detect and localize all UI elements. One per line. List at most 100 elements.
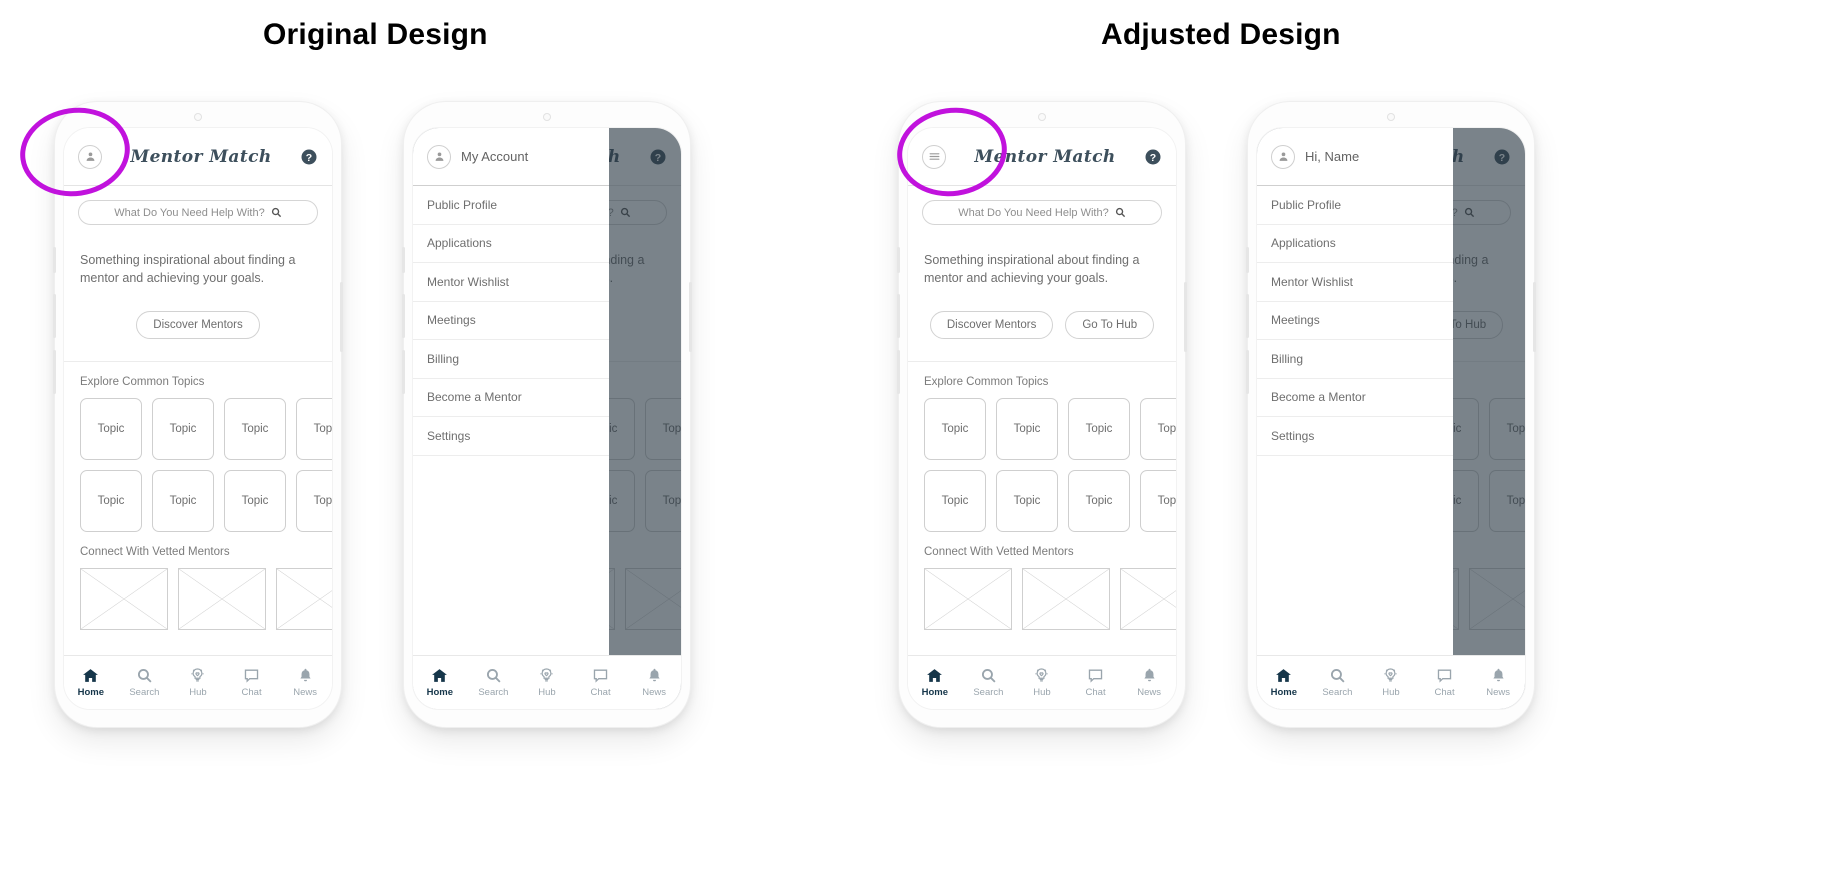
discover-mentors-button[interactable]: Discover Mentors: [929, 311, 1054, 340]
nav-item-news[interactable]: News: [278, 667, 332, 698]
topic-card[interactable]: Topic: [996, 470, 1058, 533]
drawer-header: My Account: [413, 128, 609, 186]
hero-section: Something inspirational about finding a …: [908, 225, 1176, 363]
discover-mentors-button[interactable]: Discover Mentors: [136, 311, 260, 340]
hamburger-menu-icon[interactable]: [922, 144, 946, 169]
mentor-card-placeholder[interactable]: [80, 568, 168, 631]
nav-item-home[interactable]: Home: [64, 667, 118, 698]
nav-item-news[interactable]: News: [627, 667, 681, 698]
topic-card[interactable]: Topic: [924, 398, 986, 461]
search-input[interactable]: What Do You Need Help With?: [922, 200, 1162, 225]
phone-screen: Mentor Match ? What Do You Need Help Wit…: [908, 128, 1176, 709]
camera-dot: [543, 113, 551, 121]
mentor-card-placeholder[interactable]: [924, 568, 1012, 631]
nav-item-search[interactable]: Search: [1311, 667, 1365, 698]
search-bar-container: What Do You Need Help With?: [908, 186, 1176, 225]
nav-item-search[interactable]: Search: [118, 667, 172, 698]
nav-item-chat[interactable]: Chat: [574, 667, 628, 698]
topic-card[interactable]: Topic: [152, 398, 214, 461]
mentor-row: [64, 568, 332, 631]
drawer-header: Hi, Name: [1257, 128, 1453, 186]
lightbulb-heart-icon: [1382, 667, 1399, 684]
topic-card[interactable]: Topic: [224, 398, 286, 461]
topic-card[interactable]: Topic: [924, 470, 986, 533]
bottom-navigation: Home Search Hub Chat News: [413, 655, 681, 709]
mentor-card-placeholder[interactable]: [178, 568, 266, 631]
help-circle-icon[interactable]: ?: [1144, 148, 1162, 166]
nav-item-hub[interactable]: Hub: [171, 667, 225, 698]
drawer-item-meetings[interactable]: Meetings: [1257, 302, 1453, 340]
topics-section-label: Explore Common Topics: [924, 376, 1049, 389]
phone-volume-up-button: [402, 294, 405, 338]
nav-item-search[interactable]: Search: [962, 667, 1016, 698]
nav-item-news[interactable]: News: [1471, 667, 1525, 698]
topic-card[interactable]: Topic: [1140, 470, 1176, 533]
search-icon: [485, 667, 502, 684]
user-avatar-icon[interactable]: [1271, 144, 1295, 169]
nav-label: Chat: [590, 687, 611, 698]
nav-item-chat[interactable]: Chat: [1069, 667, 1123, 698]
nav-label: News: [642, 687, 667, 698]
hero-section: Something inspirational about finding a …: [64, 225, 332, 363]
nav-item-home[interactable]: Home: [1257, 667, 1311, 698]
go-to-hub-button[interactable]: Go To Hub: [1065, 311, 1155, 340]
drawer-item-applications[interactable]: Applications: [413, 225, 609, 263]
hero-text: Something inspirational about finding a …: [80, 253, 296, 286]
drawer-item-mentor-wishlist[interactable]: Mentor Wishlist: [1257, 263, 1453, 302]
phone-side-button: [1246, 247, 1249, 273]
mentor-card-placeholder[interactable]: [1120, 568, 1176, 631]
drawer-item-meetings[interactable]: Meetings: [413, 302, 609, 340]
topic-card[interactable]: Topic: [1140, 398, 1176, 461]
topic-card[interactable]: Topic: [224, 470, 286, 533]
design-comparison-board: Original Design Adjusted Design Mentor M…: [0, 0, 1830, 889]
drawer-item-settings[interactable]: Settings: [1257, 417, 1453, 456]
drawer-item-public-profile[interactable]: Public Profile: [1257, 186, 1453, 225]
topic-card[interactable]: Topic: [80, 398, 142, 461]
help-circle-icon[interactable]: ?: [300, 148, 318, 166]
topic-card[interactable]: Topic: [1068, 470, 1130, 533]
drawer-item-become-a-mentor[interactable]: Become a Mentor: [413, 379, 609, 417]
nav-item-home[interactable]: Home: [413, 667, 467, 698]
drawer-menu-list: Public Profile Applications Mentor Wishl…: [413, 186, 609, 709]
mentor-card-placeholder[interactable]: [276, 568, 332, 631]
user-avatar-icon[interactable]: [78, 144, 102, 169]
nav-item-search[interactable]: Search: [467, 667, 521, 698]
nav-item-hub[interactable]: Hub: [1364, 667, 1418, 698]
mentor-card-placeholder[interactable]: [1022, 568, 1110, 631]
topic-card[interactable]: Topic: [1068, 398, 1130, 461]
user-avatar-icon[interactable]: [427, 144, 451, 169]
drawer-item-settings[interactable]: Settings: [413, 417, 609, 456]
drawer-item-become-a-mentor[interactable]: Become a Mentor: [1257, 379, 1453, 417]
topic-card[interactable]: Topic: [80, 470, 142, 533]
nav-label: Search: [129, 687, 160, 698]
drawer-item-billing[interactable]: Billing: [1257, 340, 1453, 379]
app-header: Mentor Match ?: [64, 128, 332, 186]
drawer-item-applications[interactable]: Applications: [1257, 225, 1453, 263]
drawer-item-mentor-wishlist[interactable]: Mentor Wishlist: [413, 263, 609, 302]
phone-original-home: Mentor Match ? What Do You Need Help Wit…: [53, 102, 343, 727]
nav-item-chat[interactable]: Chat: [1418, 667, 1472, 698]
search-placeholder-text: What Do You Need Help With?: [958, 206, 1109, 219]
topic-card[interactable]: Topic: [296, 398, 332, 461]
drawer-item-public-profile[interactable]: Public Profile: [413, 186, 609, 225]
chat-bubble-icon: [1436, 667, 1453, 684]
search-placeholder-text: What Do You Need Help With?: [114, 206, 265, 219]
nav-item-hub[interactable]: Hub: [520, 667, 574, 698]
topic-card[interactable]: Topic: [152, 470, 214, 533]
topic-card[interactable]: Topic: [996, 398, 1058, 461]
nav-item-home[interactable]: Home: [908, 667, 962, 698]
nav-item-chat[interactable]: Chat: [225, 667, 279, 698]
search-input[interactable]: What Do You Need Help With?: [78, 200, 318, 225]
phone-adjusted-account-drawer: Mentor Match ? What Do You Need Help Wit…: [1246, 102, 1536, 727]
topics-section-label: Explore Common Topics: [80, 376, 205, 389]
account-drawer: Hi, Name Public Profile Applications Men…: [1257, 128, 1453, 709]
hero-text: Something inspirational about finding a …: [924, 253, 1140, 286]
nav-item-news[interactable]: News: [1122, 667, 1176, 698]
nav-item-hub[interactable]: Hub: [1015, 667, 1069, 698]
topic-card[interactable]: Topic: [296, 470, 332, 533]
nav-label: Hub: [1382, 687, 1400, 698]
app-header: Mentor Match ?: [908, 128, 1176, 186]
drawer-item-billing[interactable]: Billing: [413, 340, 609, 379]
bell-icon: [1490, 667, 1507, 684]
nav-label: Hub: [189, 687, 207, 698]
